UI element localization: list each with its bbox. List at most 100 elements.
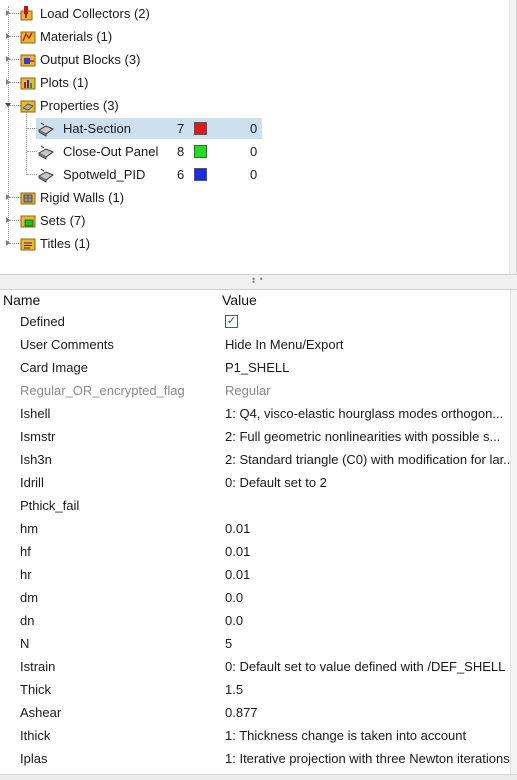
material-icon (20, 31, 36, 44)
expand-arrow-icon[interactable] (6, 194, 10, 200)
property-row-hat-section[interactable]: Hat-Section 7 0 (0, 117, 270, 140)
expand-arrow-icon[interactable] (6, 33, 10, 39)
attribute-name: N (20, 636, 30, 651)
attribute-row[interactable]: Ish3n 2: Standard triangle (C0) with modi… (0, 448, 510, 471)
attribute-value[interactable]: 0.877 (225, 701, 510, 724)
editor-scrollbar[interactable] (510, 290, 517, 780)
properties-icon (20, 100, 36, 113)
attribute-value[interactable]: Regular (225, 379, 510, 402)
attribute-value[interactable]: 0.0 (225, 609, 510, 632)
attribute-row[interactable]: Ishell 1: Q4, visco-elastic hourglass mod… (0, 402, 510, 425)
property-row-spotweld-pid[interactable]: Spotweld_PID 6 0 (0, 163, 270, 186)
tree-item-label: Properties (3) (40, 98, 119, 113)
attribute-value[interactable]: 2: Full geometric nonlinearities with po… (225, 425, 510, 448)
bottom-scrollbar[interactable] (0, 774, 517, 780)
expand-arrow-icon[interactable] (6, 217, 10, 223)
property-id: 6 (177, 167, 185, 182)
expand-arrow-icon[interactable] (6, 240, 10, 246)
column-header-name[interactable]: Name (3, 290, 40, 310)
property-id: 7 (177, 121, 185, 136)
attribute-row[interactable]: N5 (0, 632, 510, 655)
attribute-value[interactable]: 0.01 (225, 563, 510, 586)
color-swatch-green[interactable] (194, 145, 207, 158)
attribute-name: dn (20, 613, 35, 628)
attribute-name: hr (20, 567, 32, 582)
output-block-icon (20, 54, 36, 67)
load-collector-icon (20, 6, 33, 21)
tree-item-properties[interactable]: Properties (3) (0, 94, 400, 117)
attribute-row[interactable]: Ismstr 2: Full geometric nonlinearities w… (0, 425, 510, 448)
color-swatch-red[interactable] (194, 122, 207, 135)
entity-editor: Name Value Defined ✓ User Comments Hide I… (0, 290, 517, 780)
tree-item-label: Materials (1) (40, 29, 113, 44)
attribute-row[interactable]: hm 0.01 (0, 517, 510, 540)
attribute-value[interactable]: 0.0 (225, 586, 510, 609)
attribute-name: Istrain (20, 659, 56, 674)
property-include-value: 0 (250, 167, 258, 182)
attribute-row[interactable]: Idrill 0: Default set to 2 (0, 471, 510, 494)
attribute-name: hf (20, 544, 31, 559)
set-icon (20, 215, 36, 228)
attribute-name: Defined (20, 314, 65, 329)
attribute-name: Ishell (20, 406, 51, 421)
property-id: 8 (177, 144, 185, 159)
expand-arrow-icon[interactable] (6, 56, 10, 62)
tree-scrollbar[interactable] (509, 0, 516, 274)
attribute-row[interactable]: Pthick_fail (0, 494, 510, 517)
attribute-row[interactable]: Card Image P1_SHELL (0, 356, 510, 379)
tree-item-plots[interactable]: Plots (1) (0, 71, 400, 94)
attribute-row[interactable]: dn 0.0 (0, 609, 510, 632)
attribute-row[interactable]: Iplas 1: Iterative projection with three … (0, 747, 510, 770)
shell-property-icon (38, 122, 54, 137)
tree-item-titles[interactable]: Titles (1) (0, 232, 400, 255)
attribute-value[interactable]: 1: Thickness change is taken into accoun… (225, 724, 510, 747)
row-defined: Defined ✓ (0, 310, 510, 333)
tree-item-label: Sets (7) (40, 213, 86, 228)
attribute-row[interactable]: Istrain 0: Default set to value defined w… (0, 655, 510, 678)
tree-item-label: Titles (1) (40, 236, 91, 251)
column-header-value[interactable]: Value (222, 290, 257, 310)
collapse-arrow-icon[interactable] (5, 103, 11, 107)
attribute-value[interactable]: 1: Iterative projection with three Newto… (225, 747, 510, 770)
attribute-value[interactable]: 1.5 (225, 678, 510, 701)
tree-item-output-blocks[interactable]: Output Blocks (3) (0, 48, 400, 71)
property-include-value: 0 (250, 121, 258, 136)
attribute-row[interactable]: hr 0.01 (0, 563, 510, 586)
attribute-name: Ish3n (20, 452, 52, 467)
attribute-row[interactable]: dm 0.0 (0, 586, 510, 609)
attribute-value[interactable]: P1_SHELL (225, 356, 510, 379)
tree-item-load-collectors[interactable]: Load Collectors (2) (0, 2, 400, 25)
tree-item-label: Plots (1) (40, 75, 89, 90)
attribute-value[interactable]: 0: Default set to value defined with /DE… (225, 655, 510, 678)
attribute-row[interactable]: hf 0.01 (0, 540, 510, 563)
panel-splitter[interactable]: • • • (0, 274, 517, 290)
attribute-value[interactable]: 1: Q4, visco-elastic hourglass modes ort… (225, 402, 510, 425)
color-swatch-blue[interactable] (194, 168, 207, 181)
property-name: Spotweld_PID (63, 167, 146, 182)
attribute-value[interactable]: 2: Standard triangle (C0) with modificat… (225, 448, 510, 471)
title-icon (20, 238, 36, 251)
tree-item-sets[interactable]: Sets (7) (0, 209, 400, 232)
attribute-value[interactable]: 0: Default set to 2 (225, 471, 510, 494)
tree-item-materials[interactable]: Materials (1) (0, 25, 400, 48)
attribute-row[interactable]: Ithick 1: Thickness change is taken into … (0, 724, 510, 747)
expand-arrow-icon[interactable] (6, 79, 10, 85)
shell-property-icon (38, 145, 54, 160)
tree-item-label: Output Blocks (3) (40, 52, 141, 67)
attribute-name: dm (20, 590, 39, 605)
attribute-row[interactable]: User Comments Hide In Menu/Export (0, 333, 510, 356)
attribute-name: Regular_OR_encrypted_flag (20, 383, 185, 398)
attribute-name: Pthick_fail (20, 498, 80, 513)
attribute-row[interactable]: Ashear 0.877 (0, 701, 510, 724)
attribute-row[interactable]: Regular_OR_encrypted_flag Regular (0, 379, 510, 402)
property-row-close-out-panel[interactable]: Close-Out Panel 8 0 (0, 140, 270, 163)
tree-item-rigid-walls[interactable]: Rigid Walls (1) (0, 186, 400, 209)
attribute-row[interactable]: Thick 1.5 (0, 678, 510, 701)
property-include-value: 0 (250, 144, 258, 159)
attribute-value[interactable]: 0.01 (225, 540, 510, 563)
attribute-value[interactable]: 5 (225, 632, 510, 655)
attribute-value[interactable]: 0.01 (225, 517, 510, 540)
defined-checkbox[interactable]: ✓ (225, 315, 238, 328)
expand-arrow-icon[interactable] (6, 10, 10, 16)
attribute-value[interactable]: Hide In Menu/Export (225, 333, 510, 356)
